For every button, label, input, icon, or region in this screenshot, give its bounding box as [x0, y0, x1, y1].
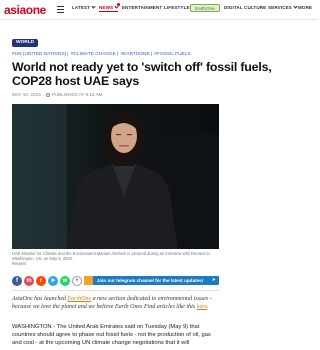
- article-photo: [12, 104, 219, 249]
- photo-illustration: [12, 104, 219, 249]
- notification-dot-icon: [117, 3, 121, 6]
- intro-text: AsiaOne has launched: [12, 296, 68, 302]
- clock-icon: [45, 92, 50, 97]
- published-time: PUBLISHED AT 9:18 AM: [51, 92, 103, 97]
- logo-asia-text: asia: [4, 3, 26, 17]
- nav-services[interactable]: SERVICES: [268, 4, 298, 10]
- nav-entertainment[interactable]: ENTERTAINMENT: [122, 5, 162, 10]
- nav-news[interactable]: NEWS: [99, 3, 121, 12]
- nav-latest-label: LATEST: [72, 5, 91, 10]
- more-share-icon[interactable]: +: [72, 276, 82, 286]
- messenger-icon[interactable]: m: [24, 276, 34, 286]
- article-date: MAY 10, 2023: [12, 92, 41, 97]
- article-headline: World not ready yet to 'switch off' foss…: [12, 60, 272, 89]
- divider: [12, 290, 219, 291]
- nav-more-label: MORE: [298, 5, 313, 10]
- top-navigation-bar: asiaone LATEST NEWS ENTERTAINMENT LIFEST…: [0, 0, 318, 20]
- nav-entertainment-label: ENTERTAINMENT: [122, 5, 163, 10]
- intro-end: .: [207, 304, 209, 310]
- nav-latest[interactable]: LATEST: [72, 4, 96, 10]
- tag-link[interactable]: #UN (UNITED NATIONS): [12, 52, 66, 57]
- earthone-intro: AsiaOne has launched EarthOne a new sect…: [12, 295, 219, 311]
- facebook-icon[interactable]: f: [12, 276, 22, 286]
- nav-earthone[interactable]: EarthOne: [190, 4, 220, 12]
- nav-digital-culture-label: DIGITAL CULTURE: [224, 5, 267, 10]
- chevron-down-icon: [91, 4, 96, 9]
- asiaone-logo[interactable]: asiaone: [4, 3, 46, 17]
- article-meta: MAY 10, 2023 PUBLISHED AT 9:18 AM: [12, 92, 102, 97]
- tag-separator: |: [67, 52, 69, 57]
- telegram-banner[interactable]: Join our telegram channel for the latest…: [84, 276, 219, 285]
- nav-news-label: NEWS: [99, 5, 114, 10]
- nav-earthone-label: EarthOne: [195, 6, 215, 11]
- nav-digital-culture[interactable]: DIGITAL CULTURE: [224, 5, 266, 10]
- send-icon: ➤: [211, 277, 216, 283]
- caption-credit: Reuters: [12, 261, 27, 266]
- whatsapp-icon[interactable]: w: [60, 276, 70, 286]
- tag-list: #UN (UNITED NATIONS)| #CLIMATE CHANGE| #…: [12, 52, 192, 57]
- tag-link[interactable]: #EARTHONE: [120, 52, 149, 57]
- tag-link[interactable]: #CLIMATE CHANGE: [71, 52, 116, 57]
- article-body: WASHINGTON - The United Arab Emirates sa…: [12, 324, 211, 347]
- section-badge[interactable]: WORLD: [12, 39, 39, 47]
- caption-text: UAE Minister for Climate and the Environ…: [12, 251, 210, 261]
- here-link[interactable]: here: [197, 304, 207, 310]
- nav-lifestyle[interactable]: LIFESTYLE: [164, 5, 190, 10]
- nav-more[interactable]: MORE: [298, 5, 312, 10]
- telegram-icon[interactable]: ➤: [48, 276, 58, 286]
- tag-separator: |: [116, 52, 119, 57]
- nav-services-label: SERVICES: [268, 5, 292, 10]
- chevron-down-icon: [293, 4, 298, 9]
- tag-separator: |: [150, 52, 152, 57]
- reddit-icon[interactable]: r: [36, 276, 46, 286]
- logo-one-text: one: [25, 3, 47, 17]
- telegram-banner-text: Join our telegram channel for the latest…: [96, 277, 204, 283]
- earthone-link[interactable]: EarthOne: [68, 296, 92, 302]
- tag-link[interactable]: #FOSSIL FUELS: [154, 52, 190, 57]
- hamburger-menu-icon[interactable]: [57, 6, 64, 13]
- photo-caption: UAE Minister for Climate and the Environ…: [12, 251, 219, 266]
- nav-lifestyle-label: LIFESTYLE: [164, 5, 190, 10]
